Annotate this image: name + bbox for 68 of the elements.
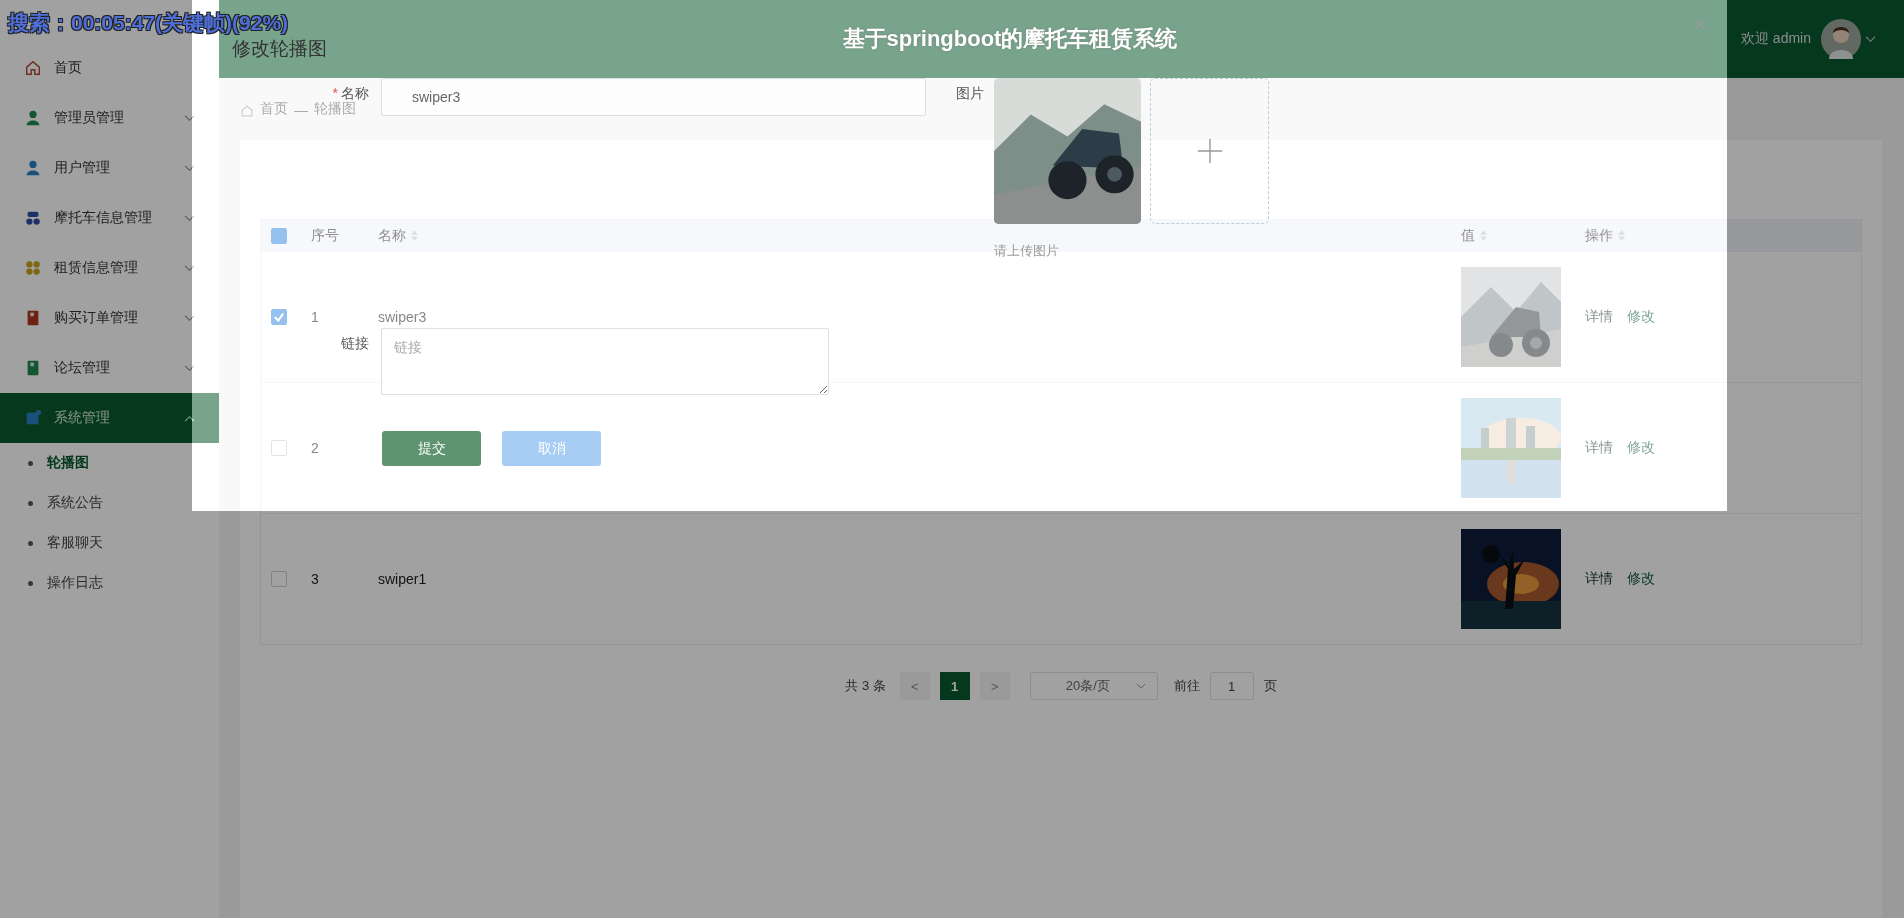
field-label: 链接 (341, 335, 369, 351)
action-link[interactable]: 详情 (1585, 308, 1613, 326)
table-cell: 3 (311, 571, 319, 587)
submenu-item[interactable]: 客服聊天 (0, 523, 219, 563)
caret-icon[interactable] (1865, 35, 1876, 43)
table-cell: 2 (311, 440, 319, 456)
field-label: 图片 (956, 85, 984, 101)
upload-box[interactable] (1150, 78, 1269, 224)
sidebar-item[interactable]: 租赁信息管理 (0, 243, 219, 293)
page-number-field[interactable]: 1 (1209, 672, 1254, 700)
grid-icon (24, 259, 42, 277)
total-count: 共 3 条 (845, 677, 886, 695)
next-page-button[interactable]: > (979, 672, 1010, 700)
column-header: 序号 (311, 226, 339, 245)
submenu-item[interactable]: 轮播图 (0, 443, 219, 483)
person-icon (24, 159, 42, 177)
breadcrumb-item: 轮播图 (314, 100, 356, 118)
sidebar-item[interactable]: 用户管理 (0, 143, 219, 193)
upload-hint: 请上传图片 (994, 242, 1060, 260)
page-button[interactable]: 1 (939, 672, 970, 700)
row-checkbox[interactable] (271, 571, 287, 587)
page-size-select[interactable]: 20条/页 (1029, 672, 1158, 700)
column-header: 操作 (1585, 226, 1613, 245)
welcome-text: 欢迎 admin (1740, 30, 1811, 48)
plus-icon (1195, 137, 1224, 165)
breadcrumb-item: — (294, 102, 308, 118)
submenu-item[interactable]: 操作日志 (0, 563, 219, 603)
app-title: 基于springboot的摩托车租赁系统 (841, 25, 1178, 53)
sort-icon[interactable] (1618, 230, 1625, 241)
sidebar-item[interactable]: 首页 (0, 43, 219, 93)
sidebar-item[interactable]: 摩托车信息管理 (0, 193, 219, 243)
row-checkbox[interactable] (271, 309, 287, 325)
table-cell: swiper3 (378, 309, 427, 325)
action-link[interactable]: 详情 (1585, 570, 1613, 588)
dialog-title: 修改轮播图 (232, 37, 327, 61)
caret-icon (1135, 682, 1146, 690)
sort-icon[interactable] (1480, 230, 1487, 241)
name-field[interactable]: swiper3 (381, 78, 926, 116)
select-all-checkbox[interactable] (271, 227, 287, 244)
page-suffix: 页 (1263, 677, 1277, 695)
goggles-icon (24, 209, 42, 227)
sidebar-item[interactable]: 购买订单管理 (0, 293, 219, 343)
close-icon[interactable] (1694, 18, 1707, 31)
field-label: 名称 (341, 85, 369, 101)
submenu-item[interactable]: 系统公告 (0, 483, 219, 523)
column-header: 值 (1461, 226, 1475, 245)
window-icon (24, 409, 42, 427)
sort-icon[interactable] (411, 230, 418, 241)
action-link[interactable]: 修改 (1627, 308, 1655, 326)
sidebar-item[interactable]: 论坛管理 (0, 343, 219, 393)
submit-button[interactable]: 提交 (382, 431, 481, 466)
action-link[interactable]: 修改 (1627, 570, 1655, 588)
goto-label: 前往 (1173, 677, 1200, 695)
row-checkbox[interactable] (271, 440, 287, 456)
avatar-icon[interactable] (1821, 19, 1861, 59)
table-cell: swiper1 (378, 571, 427, 587)
home-icon (24, 59, 42, 77)
prev-page-button[interactable]: < (899, 672, 930, 700)
action-link[interactable]: 详情 (1585, 439, 1613, 457)
home-icon (240, 104, 254, 118)
action-link[interactable]: 修改 (1627, 439, 1655, 457)
sidebar-item[interactable]: 系统管理 (0, 393, 219, 443)
column-header: 名称 (378, 226, 406, 245)
required-mark: * (332, 85, 338, 101)
sidebar-item[interactable]: 管理员管理 (0, 93, 219, 143)
table-cell: 1 (311, 309, 319, 325)
person-icon (24, 109, 42, 127)
link-field[interactable]: 链接 (381, 328, 829, 395)
